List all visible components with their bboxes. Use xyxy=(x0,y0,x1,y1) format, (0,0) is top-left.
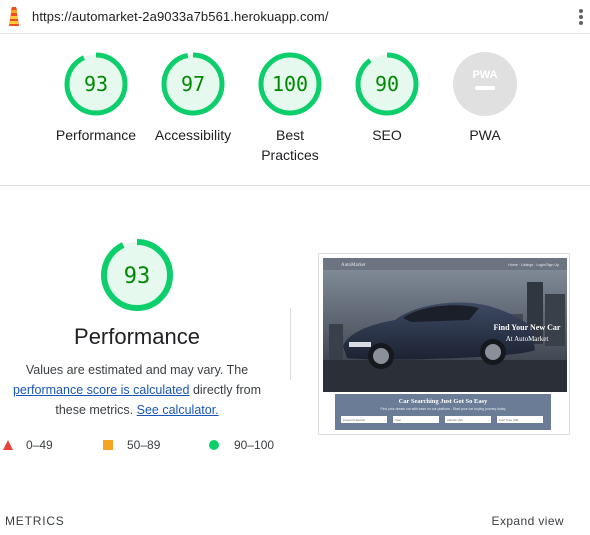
performance-gauge-large: 93 xyxy=(0,238,274,312)
legend-range-fail: 0–49 xyxy=(26,438,53,452)
score-value: 100 xyxy=(272,72,308,96)
thumb-field: Keyword Search xyxy=(343,418,365,422)
gauge-label: SEO xyxy=(372,127,402,143)
report-topbar: https://automarket-2a9033a7b561.herokuap… xyxy=(0,0,590,34)
thumb-field: Fuel Type (All) xyxy=(499,418,518,422)
pwa-badge-icon: PWA xyxy=(453,52,517,116)
score-ring: 97 xyxy=(161,52,225,116)
more-options-icon[interactable] xyxy=(578,9,584,27)
thumb-brand: AutoMarket xyxy=(341,263,366,268)
thumb-hero-line2: At AutoMarket xyxy=(506,335,549,343)
score-value: 90 xyxy=(375,72,399,96)
report-url: https://automarket-2a9033a7b561.herokuap… xyxy=(32,9,329,24)
score-calculated-link[interactable]: performance score is calculated xyxy=(13,383,189,397)
gauge-label: PWA xyxy=(469,127,501,143)
gauge-accessibility[interactable]: 97 Accessibility xyxy=(143,52,243,145)
lighthouse-icon xyxy=(9,7,19,26)
divider xyxy=(290,308,291,380)
gauge-label: Accessibility xyxy=(154,127,232,143)
thumb-panel-title: Car Searching Just Got So Easy xyxy=(399,398,489,405)
score-value: 93 xyxy=(84,72,108,96)
metrics-heading: METRICS xyxy=(5,514,65,528)
legend-range-average: 50–89 xyxy=(127,438,161,452)
score-ring: 93 xyxy=(101,239,173,311)
score-value: 93 xyxy=(124,264,151,289)
score-ring: 90 xyxy=(355,52,419,116)
thumb-panel-sub: Find your dream car with ease on our pla… xyxy=(381,407,506,411)
score-value: 97 xyxy=(181,72,205,96)
desc-text: Values are estimated and may vary. The xyxy=(25,363,249,377)
pwa-badge-text: PWA xyxy=(472,69,497,81)
score-gauges: 93 Performance 97 Accessibility 100 Best… xyxy=(0,34,590,186)
score-legend: 0–49 50–89 90–100 xyxy=(0,438,300,454)
gauge-seo[interactable]: 90 SEO xyxy=(337,52,437,145)
thumb-nav: Home · Listings · Login/Sign Up xyxy=(508,263,559,267)
score-ring: 100 xyxy=(258,52,322,116)
legend-range-pass: 90–100 xyxy=(234,438,275,452)
fail-triangle-icon xyxy=(3,440,13,450)
pass-circle-icon xyxy=(209,440,219,450)
gauge-label: Best Practices xyxy=(261,127,319,163)
thumb-hero-line1: Find Your New Car xyxy=(494,323,561,332)
performance-description: Values are estimated and may vary. The p… xyxy=(0,360,274,420)
gauge-best-practices[interactable]: 100 Best Practices xyxy=(240,52,340,165)
performance-title: Performance xyxy=(74,324,200,349)
gauge-label: Performance xyxy=(55,127,137,143)
score-ring: 93 xyxy=(64,52,128,116)
final-screenshot[interactable]: AutoMarket Home · Listings · Login/Sign … xyxy=(318,253,570,435)
gauge-pwa[interactable]: PWA PWA xyxy=(435,52,535,145)
thumb-field: Year xyxy=(395,418,401,422)
thumb-field: Vehicle (All) xyxy=(447,418,463,422)
gauge-performance[interactable]: 93 Performance xyxy=(46,52,146,145)
see-calculator-link[interactable]: See calculator. xyxy=(137,403,219,417)
screenshot-image: AutoMarket Home · Listings · Login/Sign … xyxy=(323,258,567,430)
expand-view-button[interactable]: Expand view xyxy=(492,514,564,528)
average-square-icon xyxy=(103,440,113,450)
